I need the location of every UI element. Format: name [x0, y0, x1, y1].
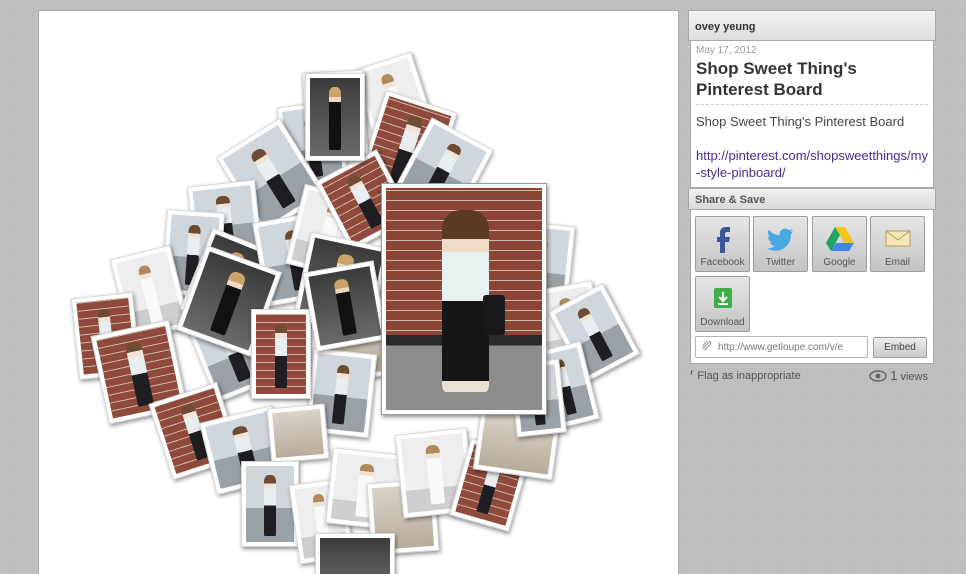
post-source-link[interactable]: http://pinterest.com/shopsweetthings/my-…: [696, 147, 928, 181]
collage-photo: [241, 461, 299, 547]
download-arrow-icon: [713, 288, 732, 308]
collage-featured-photo[interactable]: [381, 183, 547, 415]
author-bar: ovey yeung: [688, 10, 936, 41]
google-share-button[interactable]: Google: [812, 216, 867, 272]
views-label: views: [900, 371, 928, 383]
post-info-panel: May 17, 2012 Shop Sweet Thing's Pinteres…: [690, 41, 934, 188]
facebook-icon: [716, 227, 730, 253]
divider: [696, 104, 928, 105]
facebook-label: Facebook: [700, 257, 745, 268]
eye-icon: [869, 370, 887, 382]
embed-button[interactable]: Embed: [873, 337, 927, 358]
flag-icon: ⸢: [690, 370, 695, 382]
download-label: Download: [700, 317, 745, 328]
share-save-header: Share & Save: [688, 188, 936, 210]
collage-photo-highlight: [305, 73, 365, 161]
collage-photo: [266, 403, 330, 464]
post-description: Shop Sweet Thing's Pinterest Board: [696, 114, 905, 129]
collage-canvas: [38, 10, 679, 574]
views-count: 1: [890, 368, 898, 383]
views-counter: 1 views: [869, 368, 928, 383]
google-label: Google: [823, 257, 856, 268]
share-save-title: Share & Save: [695, 194, 766, 206]
download-button[interactable]: Download: [695, 276, 750, 332]
paperclip-icon: [702, 341, 712, 350]
embed-row: Embed: [695, 336, 931, 358]
email-share-button[interactable]: Email: [870, 216, 925, 272]
flag-inappropriate-link[interactable]: ⸢ Flag as inappropriate: [690, 369, 801, 382]
email-label: Email: [884, 257, 910, 268]
collage-photo: [315, 533, 395, 574]
google-drive-icon: [825, 227, 854, 251]
post-date: May 17, 2012: [696, 45, 757, 56]
facebook-share-button[interactable]: Facebook: [695, 216, 750, 272]
email-envelope-icon: [885, 230, 910, 247]
footer-row: ⸢ Flag as inappropriate 1 views: [690, 368, 930, 384]
post-title: Shop Sweet Thing's Pinterest Board: [696, 59, 857, 99]
twitter-share-button[interactable]: Twitter: [753, 216, 808, 272]
embed-url-input[interactable]: [695, 336, 868, 358]
collage-photo-highlight: [251, 309, 311, 399]
author-name[interactable]: ovey yeung: [695, 21, 756, 33]
collage-photo-highlight: [302, 260, 388, 352]
flag-label: Flag as inappropriate: [697, 370, 801, 382]
share-panel: Facebook Twitter Google Email Download h…: [690, 210, 934, 364]
sidebar: ovey yeung May 17, 2012 Shop Sweet Thing…: [688, 10, 936, 364]
twitter-label: Twitter: [765, 257, 796, 268]
twitter-icon: [766, 228, 793, 251]
